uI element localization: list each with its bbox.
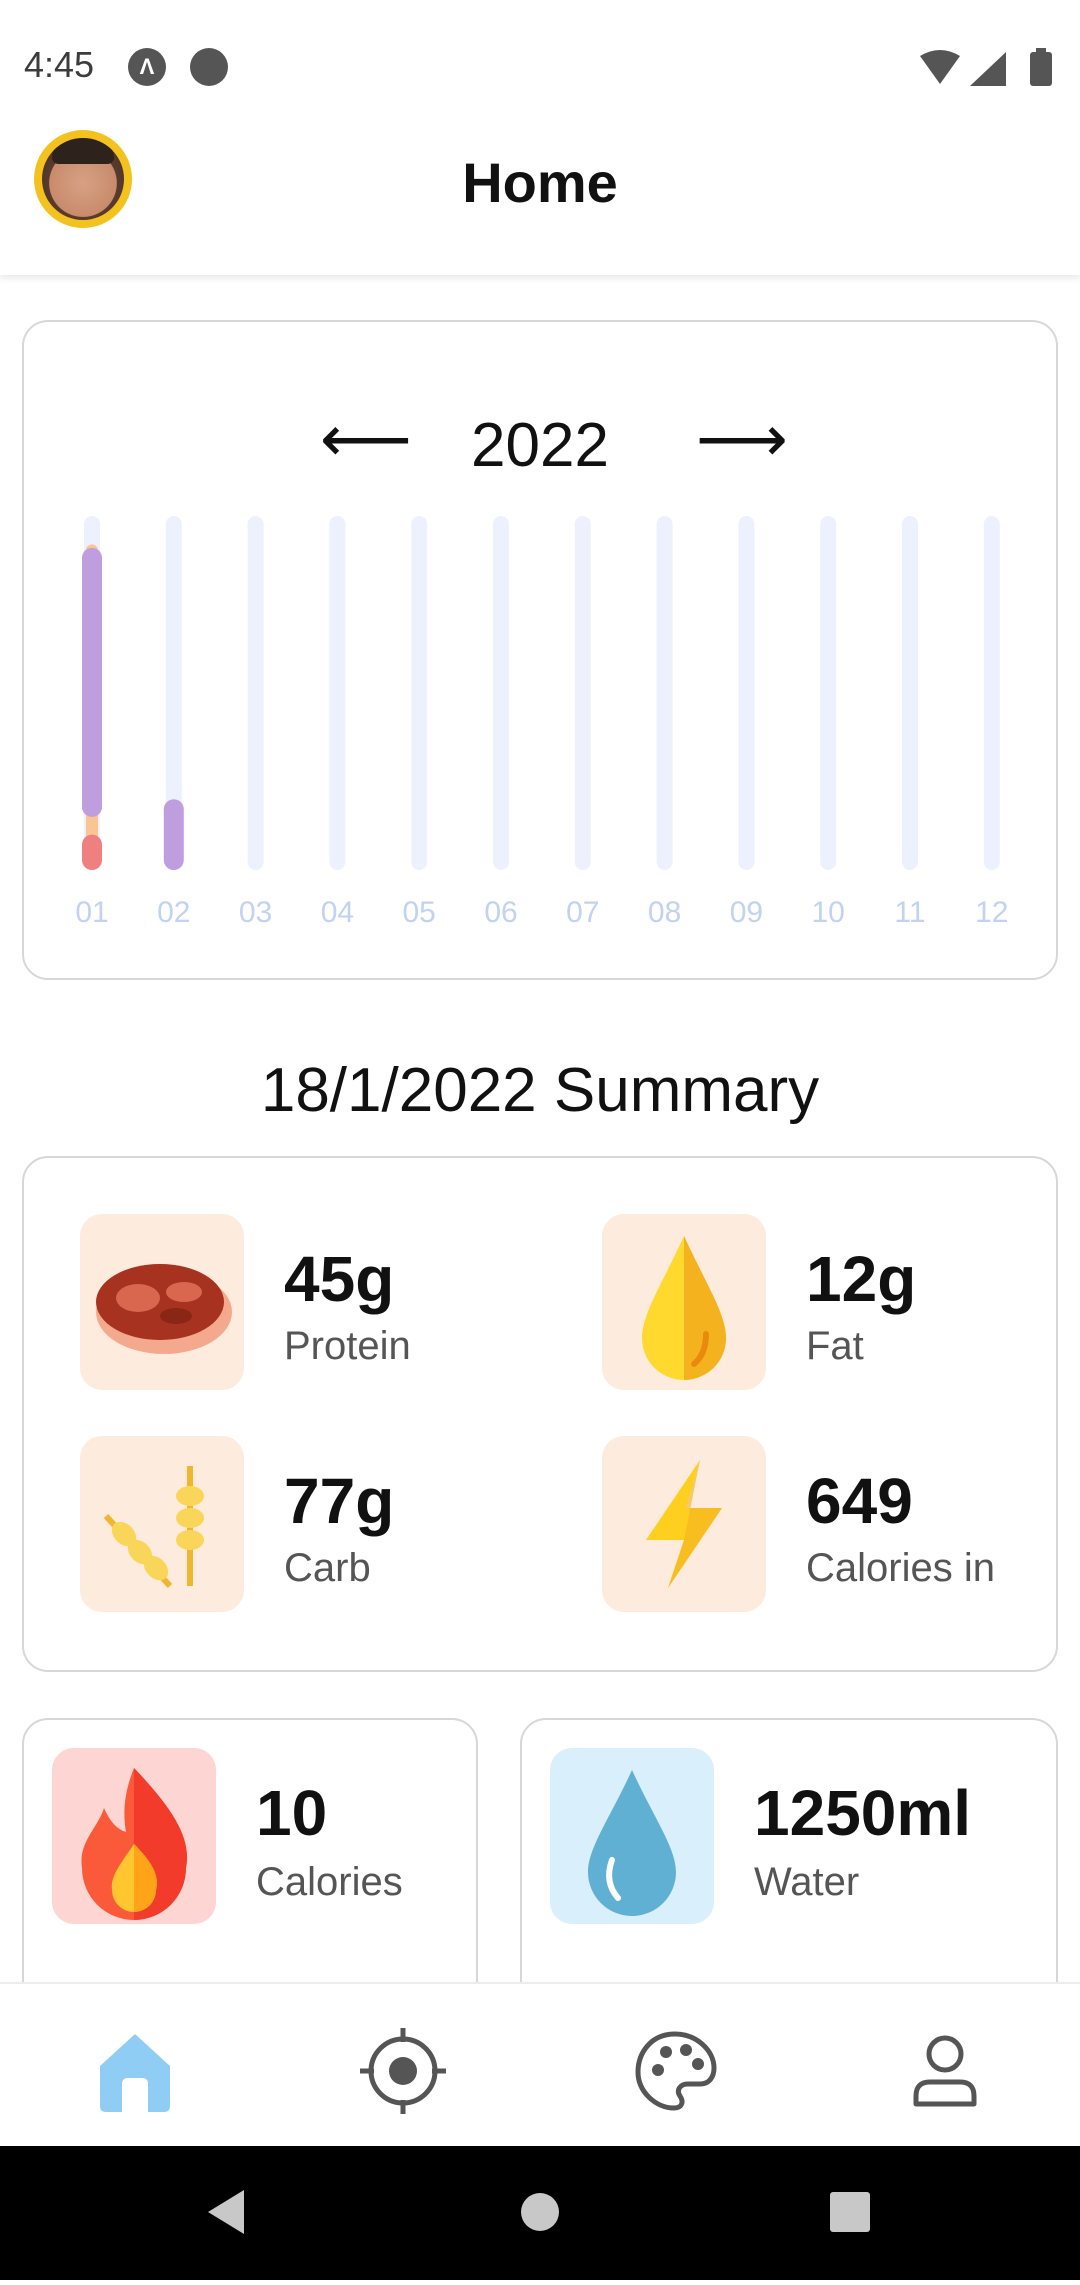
fat-label: Fat <box>806 1324 864 1368</box>
fat-item: 12g Fat <box>602 1214 1080 1394</box>
signal-icon <box>970 52 1006 86</box>
chart-x-label-11: 11 <box>894 896 925 929</box>
home-circle-icon[interactable] <box>521 2193 559 2231</box>
drop-icon <box>602 1214 766 1390</box>
recents-icon[interactable] <box>830 2192 870 2232</box>
chart-bar-02-series-2 <box>163 799 184 870</box>
page-title: Home <box>462 151 618 214</box>
chart-x-label-06: 06 <box>484 896 517 929</box>
water-card: 1250ml Water <box>520 1718 1058 2018</box>
water-drop-icon <box>550 1748 714 1924</box>
status-bar: 4:45 Λ <box>0 0 1080 120</box>
system-status-icons <box>920 48 1052 86</box>
chart-x-label-08: 08 <box>648 896 681 929</box>
carb-item: 77g Carb <box>80 1436 560 1616</box>
monthly-bar-chart: 01 02 03 04 05 06 07 08 09 10 11 12 <box>75 516 1008 929</box>
back-icon[interactable] <box>208 2190 244 2234</box>
chart-bar-01-series-2 <box>82 547 102 817</box>
water-value: 1250ml <box>754 1777 972 1849</box>
lightning-icon <box>602 1436 766 1612</box>
chart-track-07 <box>574 516 591 870</box>
summary-title: 18/1/2022 Summary <box>260 1056 820 1125</box>
calories-in-item: 649 Calories in <box>602 1436 1080 1616</box>
system-navigation-bar <box>0 2146 1080 2280</box>
chart-track-10 <box>820 516 837 870</box>
chart-x-label-07: 07 <box>566 896 599 929</box>
water-label: Water <box>754 1860 860 1904</box>
chart-x-label-05: 05 <box>403 896 436 929</box>
yearly-chart-card: ⟵ 2022 ⟶ 01 02 03 04 05 06 07 08 09 10 11 12 <box>22 320 1058 980</box>
chart-x-label-09: 09 <box>730 896 763 929</box>
fire-icon <box>52 1748 216 1924</box>
chart-bar-01-series-0 <box>82 834 102 870</box>
profile-icon[interactable] <box>900 2026 990 2116</box>
chart-track-12 <box>983 516 1000 870</box>
summary-card: 45g Protein 12g Fat 77g Carb 649 Calorie… <box>22 1156 1058 1672</box>
wheat-icon <box>80 1436 244 1612</box>
home-icon[interactable] <box>90 2026 180 2116</box>
meat-icon <box>80 1214 244 1390</box>
carb-value: 77g <box>284 1465 395 1537</box>
chart-x-label-04: 04 <box>321 896 354 929</box>
chart-track-08 <box>656 516 673 870</box>
app-icon-a: Λ <box>128 48 166 86</box>
chart-track-06 <box>493 516 509 870</box>
chart-x-label-10: 10 <box>812 896 845 929</box>
calories-in-value: 649 <box>806 1465 913 1537</box>
chart-x-label-01: 01 <box>75 896 108 929</box>
protein-item: 45g Protein <box>80 1214 560 1394</box>
calories-label: Calories <box>256 1860 403 1904</box>
battery-icon <box>1030 52 1052 86</box>
protein-value: 45g <box>284 1243 395 1315</box>
target-icon[interactable] <box>358 2026 448 2116</box>
calories-card: 10 Calories <box>22 1718 478 2018</box>
chart-track-04 <box>329 516 346 870</box>
carb-label: Carb <box>284 1546 371 1590</box>
app-bar: Home <box>0 120 1080 275</box>
fat-value: 12g <box>806 1243 917 1315</box>
chart-track-03 <box>247 516 264 870</box>
protein-label: Protein <box>284 1324 411 1368</box>
chart-x-label-03: 03 <box>239 896 272 929</box>
chart-track-05 <box>411 516 428 870</box>
app-icon-b <box>190 48 228 86</box>
chart-x-label-12: 12 <box>975 896 1008 929</box>
calories-in-label: Calories in <box>806 1546 995 1590</box>
wifi-icon <box>920 50 960 84</box>
status-time: 4:45 <box>24 44 95 85</box>
chart-x-label-02: 02 <box>157 896 190 929</box>
calories-value: 10 <box>256 1777 328 1849</box>
chart-track-09 <box>738 516 755 870</box>
chart-track-11 <box>902 516 918 870</box>
bottom-navigation <box>0 1982 1080 2148</box>
palette-icon[interactable] <box>630 2026 720 2116</box>
